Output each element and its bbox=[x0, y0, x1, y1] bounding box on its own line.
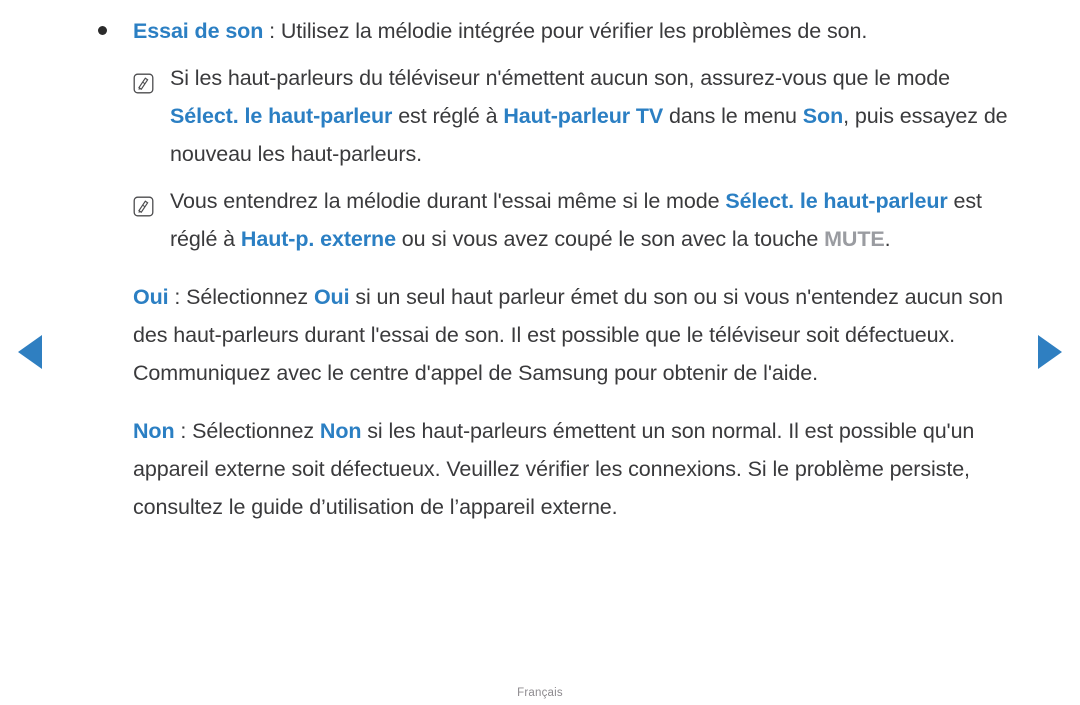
bullet-separator: : bbox=[263, 19, 281, 43]
option-oui-seg-1: : Sélectionnez bbox=[168, 285, 314, 309]
note-2-seg-3: Haut-p. externe bbox=[240, 227, 396, 251]
note-1-seg-2: est réglé à bbox=[392, 104, 504, 128]
bullet-body-text: Utilisez la mélodie intégrée pour vérifi… bbox=[280, 19, 868, 43]
next-page-arrow[interactable] bbox=[1038, 335, 1062, 369]
option-paragraph-oui: Oui : Sélectionnez Oui si un seul haut p… bbox=[90, 278, 1020, 392]
manual-page: Essai de son : Utilisez la mélodie intég… bbox=[0, 0, 1080, 705]
previous-page-arrow[interactable] bbox=[18, 335, 42, 369]
note-1-seg-4: dans le menu bbox=[663, 104, 803, 128]
note-paragraph-2: Vous entendrez la mélodie durant l'essai… bbox=[90, 182, 1020, 258]
option-paragraph-non: Non : Sélectionnez Non si les haut-parle… bbox=[90, 412, 1020, 526]
term-essai-de-son: Essai de son bbox=[133, 19, 264, 43]
note-2-seg-4: ou si vous avez coupé le son avec la tou… bbox=[395, 227, 825, 251]
note-paragraph-1: Si les haut-parleurs du téléviseur n'éme… bbox=[90, 59, 1020, 173]
note-1-seg-1: Sélect. le haut-parleur bbox=[170, 104, 393, 128]
note-2-text: Vous entendrez la mélodie durant l'essai… bbox=[170, 189, 982, 251]
bullet-dot-icon bbox=[98, 26, 107, 35]
content-column: Essai de son : Utilisez la mélodie intég… bbox=[90, 12, 1020, 535]
key-label-mute: MUTE bbox=[824, 227, 885, 251]
note-1-seg-0: Si les haut-parleurs du téléviseur n'éme… bbox=[170, 66, 950, 90]
note-1-seg-5: Son bbox=[802, 104, 844, 128]
option-non-seg-1: : Sélectionnez bbox=[174, 419, 320, 443]
option-label-oui: Oui bbox=[133, 285, 169, 309]
note-pencil-icon bbox=[133, 68, 154, 94]
note-2-seg-6: . bbox=[884, 227, 891, 251]
footer-language-label: Français bbox=[517, 687, 563, 699]
bullet-paragraph-sound-test: Essai de son : Utilisez la mélodie intég… bbox=[90, 12, 1020, 50]
note-1-text: Si les haut-parleurs du téléviseur n'éme… bbox=[170, 66, 1008, 166]
note-pencil-icon bbox=[133, 191, 154, 217]
note-2-seg-0: Vous entendrez la mélodie durant l'essai… bbox=[170, 189, 726, 213]
note-2-seg-1: Sélect. le haut-parleur bbox=[725, 189, 948, 213]
option-value-oui: Oui bbox=[313, 285, 350, 309]
option-label-non: Non bbox=[133, 419, 175, 443]
option-value-non: Non bbox=[319, 419, 362, 443]
note-1-seg-3: Haut-parleur TV bbox=[503, 104, 664, 128]
